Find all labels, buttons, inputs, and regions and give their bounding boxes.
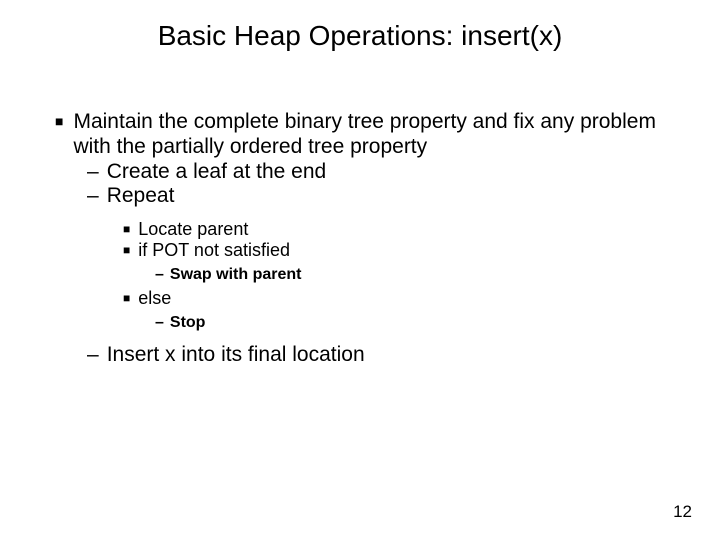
bullet-repeat: – Repeat <box>87 184 680 209</box>
bullet-swap: – Swap with parent <box>155 266 680 285</box>
bullet-main: ■ Maintain the complete binary tree prop… <box>55 110 680 160</box>
dash-bullet-icon: – <box>87 184 99 209</box>
bullet-text: Insert x into its final location <box>107 343 680 368</box>
dash-bullet-icon: – <box>155 314 164 333</box>
dash-bullet-icon: – <box>155 266 164 285</box>
bullet-text: Create a leaf at the end <box>107 160 680 185</box>
bullet-insert-final: – Insert x into its final location <box>87 343 680 368</box>
dash-bullet-icon: – <box>87 343 99 368</box>
square-bullet-icon: ■ <box>123 291 130 305</box>
bullet-text: else <box>138 288 680 309</box>
bullet-text: Repeat <box>107 184 680 209</box>
bullet-stop: – Stop <box>155 314 680 333</box>
slide-body: ■ Maintain the complete binary tree prop… <box>55 110 680 367</box>
bullet-locate-parent: ■ Locate parent <box>123 219 680 240</box>
bullet-text: Maintain the complete binary tree proper… <box>73 110 680 160</box>
bullet-create-leaf: – Create a leaf at the end <box>87 160 680 185</box>
page-number: 12 <box>673 502 692 522</box>
square-bullet-icon: ■ <box>123 222 130 236</box>
slide: Basic Heap Operations: insert(x) ■ Maint… <box>0 0 720 540</box>
dash-bullet-icon: – <box>87 160 99 185</box>
bullet-else: ■ else <box>123 288 680 309</box>
bullet-text: Locate parent <box>138 219 680 240</box>
slide-title: Basic Heap Operations: insert(x) <box>0 20 720 52</box>
square-bullet-icon: ■ <box>123 243 130 257</box>
bullet-text: Swap with parent <box>170 266 680 285</box>
bullet-text: if POT not satisfied <box>138 240 680 261</box>
bullet-text: Stop <box>170 314 680 333</box>
bullet-if-pot: ■ if POT not satisfied <box>123 240 680 261</box>
square-bullet-icon: ■ <box>55 113 63 130</box>
